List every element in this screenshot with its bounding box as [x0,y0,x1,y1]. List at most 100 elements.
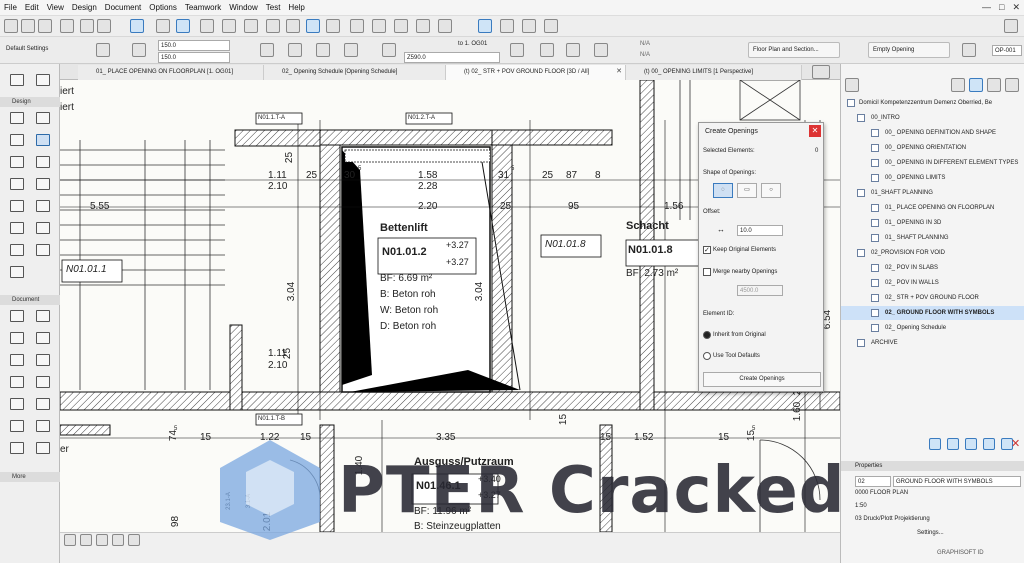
height-field[interactable]: 150.0 [158,52,230,63]
railing-tool-icon[interactable] [36,200,50,212]
anchor-icon[interactable] [132,43,146,57]
tab-str-pov-3d[interactable]: (t) 02_ STR + POV GROUND FLOOR [3D / All… [446,65,626,80]
property-row[interactable]: 0000 FLOOR PLAN [855,490,908,496]
redo-icon[interactable] [97,19,111,33]
graphisoft-id-label[interactable]: GRAPHISOFT ID [937,550,984,556]
tracker-icon[interactable] [200,19,214,33]
arrow-swap-icon[interactable] [260,43,274,57]
tool-defaults-radio[interactable] [703,352,711,360]
project-map-icon[interactable] [951,78,965,92]
tree-view[interactable]: 01_ SHAFT PLANNING [841,231,1024,245]
room-id[interactable]: N01.01.2 [382,246,427,258]
column-tool-icon[interactable] [10,134,24,146]
close-icon[interactable]: ✕ [809,125,821,137]
menu-view[interactable]: View [47,3,64,12]
new-folder-icon[interactable] [965,438,977,450]
tree-folder[interactable]: ARCHIVE [841,336,1024,350]
zone-tool-icon[interactable] [10,266,24,278]
tree-view[interactable]: 02_ Opening Schedule [841,321,1024,335]
vertical-tag[interactable]: 3.1-A [246,494,252,508]
create-openings-button[interactable]: Create Openings [703,372,821,387]
clone-folder-icon[interactable] [947,438,959,450]
tree-view[interactable]: 00_ OPENING IN DIFFERENT ELEMENT TYPES [841,156,1024,170]
elevation-icon[interactable] [382,43,396,57]
keep-original-checkbox[interactable]: ✓ [703,246,711,254]
reference-icon[interactable] [326,19,340,33]
arrow-tool-icon[interactable] [10,74,24,86]
fill-tool-icon[interactable] [10,354,24,366]
layout-book-icon[interactable] [987,78,1001,92]
settings-button[interactable]: Settings... [917,530,944,536]
room-id[interactable]: N01.01.8 [628,244,673,256]
snap-points-icon[interactable] [478,19,492,33]
redo-view-icon[interactable] [80,534,92,546]
menu-edit[interactable]: Edit [25,3,39,12]
menu-test[interactable]: Test [266,3,281,12]
tag-label[interactable]: N01.1.T-B [258,416,285,422]
object-tool-icon[interactable] [36,244,50,256]
property-row[interactable]: 03 Druck/Plott Projektierung [855,516,930,522]
tab-place-opening[interactable]: 01_ PLACE OPENING ON FLOORPLAN [1. OG01] [78,65,264,80]
tree-view[interactable]: 00_ OPENING DEFINITION AND SHAPE [841,126,1024,140]
floor-plan-section-button[interactable]: Floor Plan and Section... [748,42,840,58]
roof-tool-icon[interactable] [10,200,24,212]
open-file-icon[interactable] [21,19,35,33]
view-name-field[interactable]: GROUND FLOOR WITH SYMBOLS [893,476,1021,487]
properties-header[interactable]: Properties [841,461,1024,471]
delete-icon[interactable]: ✕ [1011,437,1020,450]
info-icon[interactable] [1004,19,1018,33]
wall-tool-icon[interactable] [10,112,24,124]
tree-view[interactable]: 01_ PLACE OPENING ON FLOORPLAN [841,201,1024,215]
navigator-pin-icon[interactable] [845,78,859,92]
tree-view[interactable]: 00_ OPENING LIMITS [841,171,1024,185]
text-tool-icon[interactable] [10,332,24,344]
layer-combo-icon[interactable] [156,19,170,33]
publisher-sets-icon[interactable] [1005,78,1019,92]
geometry-method-icon[interactable] [96,43,110,57]
circle-tool-icon[interactable] [10,376,24,388]
mesh-tool-icon[interactable] [10,222,24,234]
more-section-header[interactable]: More [0,472,60,482]
tree-folder[interactable]: 00_INTRO [841,111,1024,125]
close-tab-icon[interactable]: ✕ [616,65,622,79]
beam-tool-icon[interactable] [10,156,24,168]
elevation-field[interactable]: Z590.0 [404,52,500,63]
grid-icon[interactable] [176,19,190,33]
tab-opening-schedule[interactable]: 02_ Opening Schedule [Opening Schedule] [264,65,446,80]
tree-folder[interactable]: 01_SHAFT PLANNING [841,186,1024,200]
suspend-groups-icon[interactable] [522,19,536,33]
view-number-field[interactable]: 02 [855,476,891,487]
shape-rectangle-button[interactable]: ▭ [737,183,757,198]
width-field[interactable]: 150.0 [158,40,230,51]
gravity-icon[interactable] [500,19,514,33]
menu-design[interactable]: Design [72,3,97,12]
layer-icon[interactable] [962,43,976,57]
ruler-icon[interactable] [544,19,558,33]
room-stamp[interactable]: N01.01.8 [545,239,586,250]
undo-view-icon[interactable] [64,534,76,546]
scissors-icon[interactable] [350,19,364,33]
print-icon[interactable] [60,19,74,33]
marquee-tool-icon[interactable] [36,74,50,86]
dimension-tool-icon[interactable] [10,310,24,322]
fit-window-icon[interactable] [128,534,140,546]
view-map-icon[interactable] [969,78,983,92]
zoom-out-icon[interactable] [112,534,124,546]
offset-field[interactable]: 10.0 [737,225,783,236]
renovation-icon[interactable] [266,19,280,33]
menu-help[interactable]: Help [288,3,304,12]
orientation-icon[interactable] [288,43,302,57]
merge-openings-checkbox[interactable] [703,268,711,276]
drawing-tool-icon[interactable] [10,398,24,410]
level-dimension-tool-icon[interactable] [36,310,50,322]
graphic-override-icon[interactable] [244,19,258,33]
document-section-header[interactable]: Document [0,295,60,305]
design-section-header[interactable]: Design [0,97,60,107]
tag-label[interactable]: N01.2.T-A [408,115,435,121]
new-file-icon[interactable] [4,19,18,33]
room-stamp[interactable]: N01.01.1 [66,264,107,275]
new-view-icon[interactable] [929,438,941,450]
save-icon[interactable] [38,19,52,33]
void-icon[interactable] [540,43,554,57]
close-icon[interactable]: ✕ [1012,2,1020,13]
